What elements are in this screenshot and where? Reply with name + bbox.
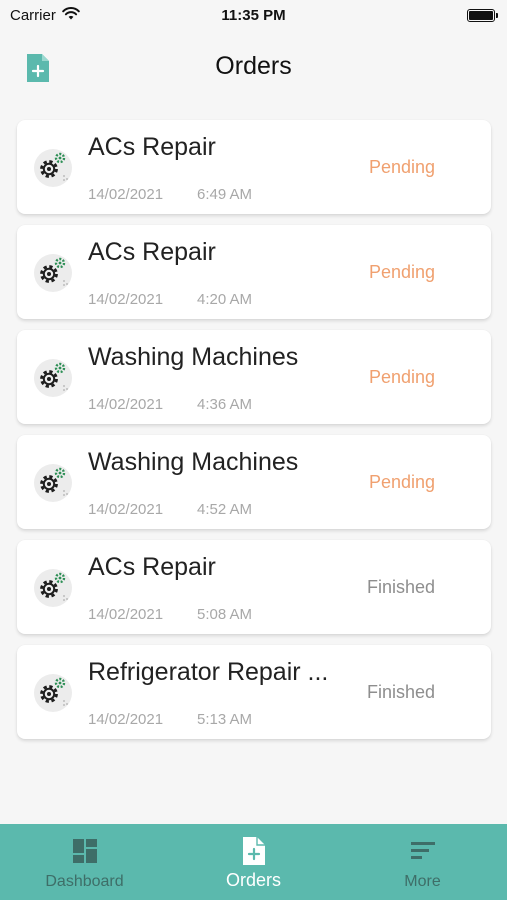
tab-orders[interactable]: Orders xyxy=(169,824,338,900)
bottom-tab-bar: Dashboard Orders More xyxy=(0,824,507,900)
status-bar: Carrier 11:35 PM xyxy=(0,0,507,30)
tab-more[interactable]: More xyxy=(338,824,507,900)
order-date: 14/02/2021 xyxy=(88,291,164,308)
tab-label: Dashboard xyxy=(45,873,124,890)
gears-service-icon xyxy=(31,562,79,610)
order-time: 6:49 AM xyxy=(197,186,253,203)
gears-service-icon xyxy=(31,667,79,715)
order-date: 14/02/2021 xyxy=(88,396,164,413)
tab-label: Orders xyxy=(225,870,281,890)
header: Orders xyxy=(0,40,507,96)
order-name: Washing Machines xyxy=(88,448,299,476)
gears-service-icon xyxy=(31,247,79,295)
order-time: 4:52 AM xyxy=(197,501,253,518)
order-date: 14/02/2021 xyxy=(88,501,164,518)
order-name: Washing Machines xyxy=(88,343,299,371)
tab-dashboard[interactable]: Dashboard xyxy=(0,824,169,900)
battery-icon xyxy=(467,8,498,22)
order-name: ACs Repair xyxy=(88,553,216,581)
dashboard-icon xyxy=(71,837,99,865)
status-left: Carrier xyxy=(10,6,80,24)
order-card[interactable]: ACs Repair 14/02/2021 5:08 AM Finished xyxy=(17,540,491,634)
order-name: ACs Repair xyxy=(88,133,216,161)
order-time: 5:13 AM xyxy=(197,711,253,728)
order-date: 14/02/2021 xyxy=(88,606,164,623)
order-time: 4:20 AM xyxy=(197,291,253,308)
order-time: 4:36 AM xyxy=(197,396,253,413)
document-add-icon xyxy=(240,837,268,865)
order-status-badge: Pending xyxy=(368,262,435,282)
order-date: 14/02/2021 xyxy=(88,711,164,728)
order-status-badge: Pending xyxy=(368,367,435,387)
orders-list: ACs Repair 14/02/2021 6:49 AM Pending AC… xyxy=(17,120,491,750)
menu-lines-icon xyxy=(409,837,437,865)
order-date: 14/02/2021 xyxy=(88,186,164,203)
order-status-badge: Finished xyxy=(366,682,435,702)
order-status-badge: Pending xyxy=(368,472,435,492)
page-title: Orders xyxy=(215,52,292,80)
order-name: Refrigerator Repair ... xyxy=(88,658,329,686)
gears-service-icon xyxy=(31,142,79,190)
order-name: ACs Repair xyxy=(88,238,216,266)
tab-label: More xyxy=(404,873,441,890)
carrier-label: Carrier xyxy=(10,6,56,24)
order-card[interactable]: Refrigerator Repair ... 14/02/2021 5:13 … xyxy=(17,645,491,739)
gears-service-icon xyxy=(31,457,79,505)
order-card[interactable]: ACs Repair 14/02/2021 6:49 AM Pending xyxy=(17,120,491,214)
wifi-icon xyxy=(62,6,80,24)
order-time: 5:08 AM xyxy=(197,606,253,623)
order-status-badge: Pending xyxy=(368,157,435,177)
order-status-badge: Finished xyxy=(366,577,435,597)
order-card[interactable]: Washing Machines 14/02/2021 4:52 AM Pend… xyxy=(17,435,491,529)
order-card[interactable]: ACs Repair 14/02/2021 4:20 AM Pending xyxy=(17,225,491,319)
gears-service-icon xyxy=(31,352,79,400)
order-card[interactable]: Washing Machines 14/02/2021 4:36 AM Pend… xyxy=(17,330,491,424)
